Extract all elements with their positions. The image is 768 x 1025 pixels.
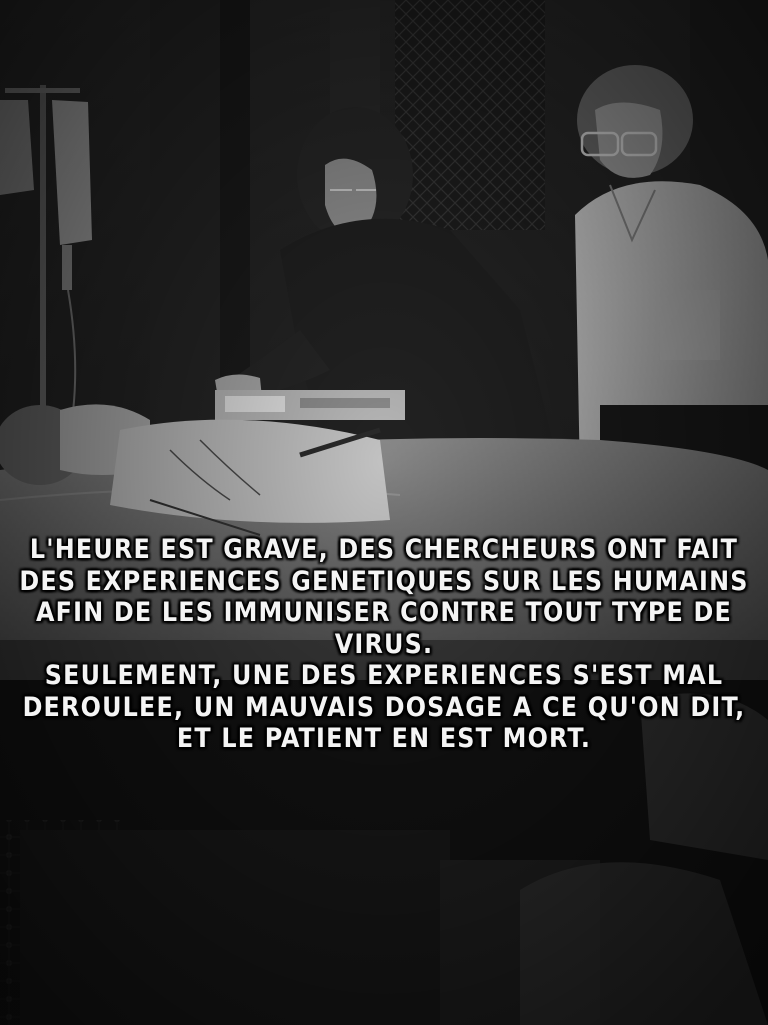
background-photo (0, 0, 768, 1025)
caption-line-3: AFIN DE LES IMMUNISER CONTRE TOUT TYPE D… (35, 597, 733, 628)
caption-line-5: SEULEMENT, UNE DES EXPERIENCES S'EST MAL (44, 660, 724, 691)
photo-scene: L'HEURE EST GRAVE, DES CHERCHEURS ONT FA… (0, 0, 768, 1025)
caption-line-6: DEROULEE, UN MAUVAIS DOSAGE A CE QU'ON D… (22, 691, 746, 723)
caption-line-2: DES EXPERIENCES GENETIQUES SUR LES HUMAI… (19, 565, 749, 597)
caption-block: L'HEURE EST GRAVE, DES CHERCHEURS ONT FA… (0, 534, 768, 755)
caption-line-4: VIRUS. (334, 628, 434, 660)
caption-line-1: L'HEURE EST GRAVE, DES CHERCHEURS ONT FA… (29, 534, 739, 565)
caption-line-7: ET LE PATIENT EN EST MORT. (176, 723, 592, 754)
